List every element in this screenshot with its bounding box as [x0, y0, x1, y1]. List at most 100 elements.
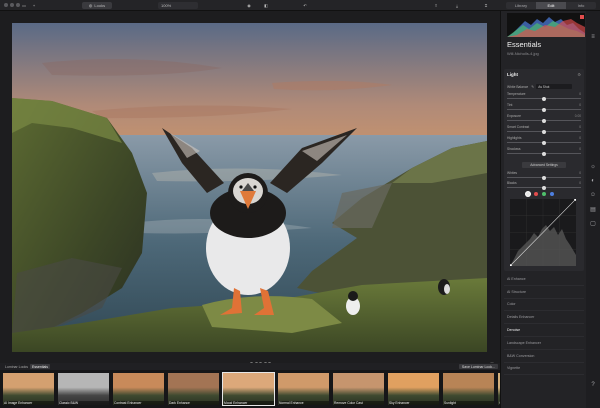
slider-handle[interactable]	[542, 175, 546, 180]
look-thumbnail[interactable]: Dark Enhance	[167, 372, 220, 406]
add-photo-icon[interactable]: +	[30, 2, 38, 9]
layers-icon[interactable]: ▤	[589, 205, 597, 213]
compare-icon[interactable]: ◧	[261, 2, 271, 9]
image-canvas: Will-Nicholls-4.jpg ⊘ ♡ 🗑	[0, 11, 500, 369]
white-balance-label: White Balance	[507, 84, 529, 89]
look-label: Remove Color Cast	[334, 401, 384, 405]
slider-label: Highlights	[507, 136, 522, 140]
panel-title: Essentials	[507, 40, 542, 49]
puffin-photo	[12, 23, 487, 352]
window-controls	[4, 3, 20, 7]
square-icon[interactable]: ▢	[589, 219, 597, 227]
white-balance-row: White Balance ✎ As Shot	[507, 84, 581, 89]
photo-preview[interactable]	[12, 23, 487, 352]
slider-temperature[interactable]: Temperature 0	[507, 92, 581, 101]
close-window-button[interactable]	[4, 3, 8, 7]
look-thumbnail[interactable]: Normal Enhance	[277, 372, 330, 406]
slider-shadows[interactable]: Shadows 0	[507, 147, 581, 156]
tab-edit[interactable]: Edit	[536, 2, 566, 9]
tool-item[interactable]: Denoise	[504, 324, 584, 337]
slider-label: Blacks	[507, 181, 517, 185]
look-thumbnail[interactable]: Remove Color Cast	[332, 372, 385, 406]
look-thumbnail[interactable]: AI Image Enhancer	[2, 372, 55, 406]
tool-item[interactable]: Vignette	[504, 363, 584, 376]
channel-dot[interactable]	[526, 192, 530, 196]
zoom-label: 100%	[161, 3, 172, 8]
zoom-select[interactable]: 100%	[158, 2, 198, 9]
slider-exposure[interactable]: Exposure 0.00	[507, 114, 581, 123]
minimize-window-button[interactable]	[10, 3, 14, 7]
gear-icon[interactable]: ⚙	[577, 72, 581, 77]
slider-blacks[interactable]: Blacks 0	[507, 181, 581, 190]
tool-item[interactable]: Details Enhancer	[504, 311, 584, 325]
sidebar-toggle-icon[interactable]: ▭	[20, 2, 28, 9]
look-thumbnail[interactable]: Contrast Enhancer	[112, 372, 165, 406]
look-thumbnail[interactable]: Classic B&W	[57, 372, 110, 406]
tool-item[interactable]: B&W Conversion	[504, 350, 584, 363]
looks-filmstrip: AI Image Enhancer Classic B&W Contrast Enh…	[0, 370, 549, 408]
share-icon[interactable]: ⇪	[432, 2, 440, 9]
channel-dot[interactable]	[534, 192, 538, 196]
save-look-button[interactable]: Save Luminar Look...	[458, 364, 498, 369]
look-label: Contrast Enhancer	[114, 401, 164, 405]
look-thumbnail[interactable]: Sky Enhancer	[387, 372, 440, 406]
slider-handle[interactable]	[542, 151, 546, 156]
undo-icon[interactable]: ↶	[300, 2, 310, 9]
face-icon[interactable]: ☺	[589, 191, 597, 199]
tone-curve[interactable]	[510, 199, 576, 266]
slider-value: 0	[579, 171, 581, 175]
slider-label: Tint	[507, 103, 513, 107]
section-title[interactable]: Light	[507, 72, 518, 77]
look-thumbnail[interactable]: Mood Enhancer	[222, 372, 275, 406]
export-icon[interactable]: ⤓	[453, 2, 461, 9]
help-icon[interactable]: ?	[589, 381, 597, 389]
look-thumbnail[interactable]: Sunlight	[442, 372, 495, 406]
tool-item[interactable]: Color	[504, 299, 584, 312]
look-label: Mood Enhancer	[224, 401, 274, 405]
white-balance-select[interactable]: As Shot	[536, 84, 573, 89]
tool-list: AI Enhance AI Structure Color Details Enhan…	[504, 273, 584, 376]
tool-item[interactable]: AI Enhance	[504, 273, 584, 286]
slider-whites[interactable]: Whites 0	[507, 171, 581, 180]
slider-tint[interactable]: Tint 0	[507, 103, 581, 112]
adjustment-panel: Essentials Will-Nicholls-4.jpg Light ⚙ W…	[500, 11, 586, 408]
sun-icon[interactable]: ☼	[589, 163, 597, 171]
looks-button[interactable]: ◍ Looks	[82, 2, 112, 9]
adjust-icon[interactable]: ≡	[589, 33, 597, 41]
look-label: AI Image Enhancer	[4, 401, 54, 405]
crop-icon[interactable]: ⌗	[482, 2, 490, 9]
slider-highlights[interactable]: Highlights 0	[507, 136, 581, 145]
palette-icon[interactable]: ◐	[589, 177, 597, 185]
tool-item[interactable]: AI Structure	[504, 286, 584, 299]
channel-dot[interactable]	[542, 192, 546, 196]
mode-tabs: Library Edit Info	[506, 2, 596, 9]
look-label: Classic B&W	[59, 401, 109, 405]
slider-value: 0	[579, 147, 581, 151]
channel-dot[interactable]	[550, 192, 554, 196]
tab-info[interactable]: Info	[566, 2, 596, 9]
eyedropper-icon[interactable]: ✎	[531, 85, 534, 89]
tool-rail: ☼ ◐ ☺ ▤ ▢ ? ≡	[586, 11, 600, 408]
slider-handle[interactable]	[542, 129, 546, 134]
tab-luminar-looks[interactable]: Luminar Looks	[3, 364, 30, 369]
slider-value: 0	[579, 181, 581, 185]
tab-essentials-looks[interactable]: Essentials	[30, 364, 50, 369]
light-section: Light ⚙ White Balance ✎ As Shot Temperat…	[504, 69, 584, 271]
slider-handle[interactable]	[542, 118, 546, 123]
slider-label: Smart Contrast	[507, 125, 530, 129]
slider-handle[interactable]	[542, 107, 546, 112]
advanced-settings-button[interactable]: Advanced Settings	[522, 162, 566, 168]
look-label: Sunlight	[444, 401, 494, 405]
slider-handle[interactable]	[542, 185, 546, 190]
looks-icon: ◍	[88, 3, 93, 8]
slider-handle[interactable]	[542, 96, 546, 101]
slider-smart-contrast[interactable]: Smart Contrast 0	[507, 125, 581, 134]
look-label: Dark Enhance	[169, 401, 219, 405]
slider-value: 0.00	[574, 114, 581, 118]
top-toolbar: ▭ + ◍ Looks 100% ◉ ◧ ↶ ⇪ ⤓ ⌗ Library Edi…	[0, 0, 600, 11]
slider-label: Whites	[507, 171, 518, 175]
tab-library[interactable]: Library	[506, 2, 536, 9]
slider-handle[interactable]	[542, 140, 546, 145]
preview-eye-icon[interactable]: ◉	[243, 2, 255, 9]
tool-item[interactable]: Landscape Enhancer	[504, 337, 584, 350]
